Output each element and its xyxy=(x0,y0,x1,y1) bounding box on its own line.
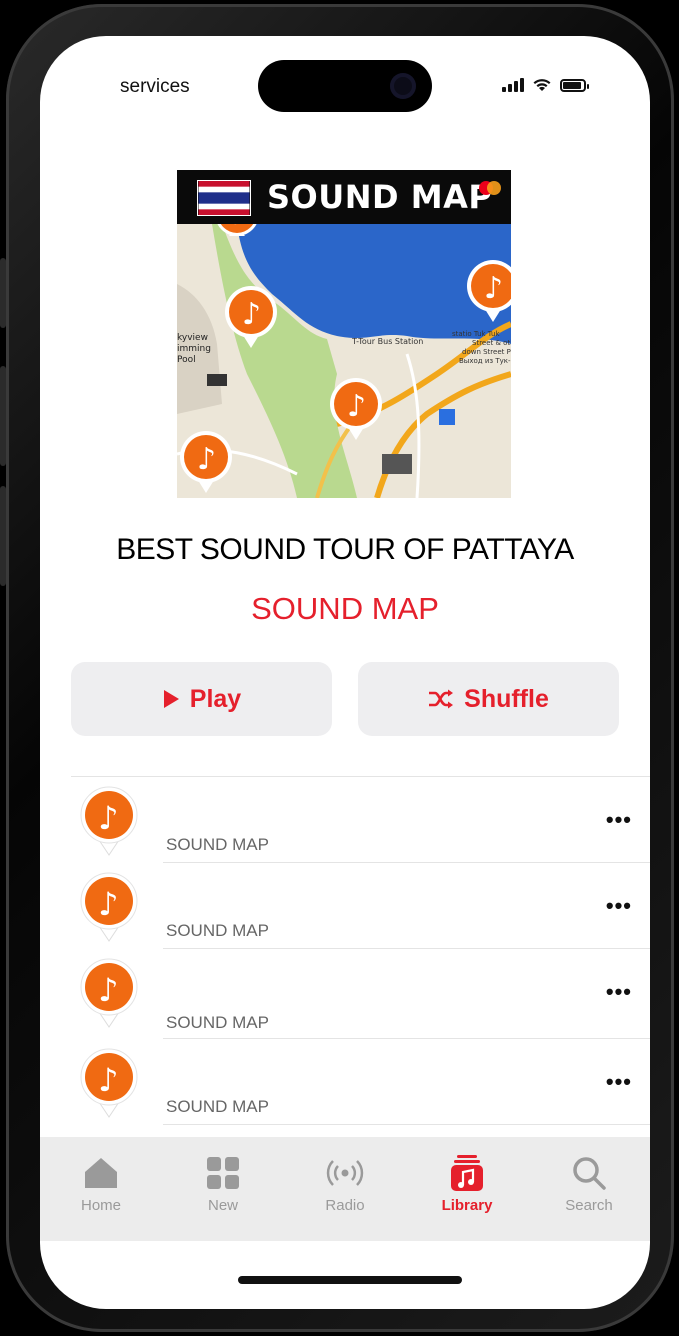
map-label-exit: Выход из Тук- xyxy=(459,357,511,365)
svg-text:♪: ♪ xyxy=(242,297,261,332)
play-label: Play xyxy=(189,684,242,713)
tab-bar: Home New Radio Library Search xyxy=(40,1137,650,1241)
artwork-header: SOUND MAP xyxy=(177,170,511,224)
album-artist-link[interactable]: SOUND MAP xyxy=(40,591,650,627)
shuffle-button[interactable]: Shuffle xyxy=(358,662,619,736)
track-row[interactable]: ♪ SOUND MAP ••• xyxy=(71,776,650,863)
carrier-label: services xyxy=(120,76,190,97)
track-row[interactable]: ♪ SOUND MAP ••• xyxy=(71,863,650,949)
track-artwork-icon: ♪ xyxy=(80,958,138,1028)
card-logo-icon xyxy=(479,181,501,195)
play-icon xyxy=(163,690,179,708)
svg-text:♪: ♪ xyxy=(484,271,503,306)
track-row[interactable]: ♪ SOUND MAP ••• xyxy=(71,1039,650,1125)
map-label-street-other: Street & oth xyxy=(472,339,511,347)
map-label-tuk-tuk: statio Tuk Tuk xyxy=(452,330,500,338)
track-artwork-icon: ♪ xyxy=(80,872,138,942)
more-options-button[interactable]: ••• xyxy=(606,893,632,919)
svg-text:♪: ♪ xyxy=(230,224,247,231)
tab-label: Library xyxy=(441,1197,493,1214)
tab-radio[interactable]: Radio xyxy=(290,1137,400,1241)
svg-text:♪: ♪ xyxy=(98,799,118,837)
side-button-action xyxy=(0,258,6,328)
album-artwork[interactable]: SOUND MAP T-Tour Bus Station statio Tuk … xyxy=(177,170,511,498)
track-artist: SOUND MAP xyxy=(166,921,269,940)
battery-icon xyxy=(560,78,589,92)
cellular-signal-icon xyxy=(502,78,524,92)
album-title: BEST SOUND TOUR OF PATTAYA xyxy=(116,533,574,566)
shuffle-icon xyxy=(429,689,454,709)
wifi-icon xyxy=(533,79,551,91)
svg-text:♪: ♪ xyxy=(98,1061,118,1099)
track-artist: SOUND MAP xyxy=(166,835,269,854)
artwork-title: SOUND MAP xyxy=(267,178,493,216)
tab-new[interactable]: New xyxy=(168,1137,278,1241)
magnifier-icon xyxy=(573,1157,606,1190)
dynamic-island xyxy=(258,60,432,112)
svg-text:♪: ♪ xyxy=(197,442,216,477)
tab-label: Search xyxy=(565,1197,613,1214)
map-image: T-Tour Bus Station statio Tuk Tuk Street… xyxy=(177,224,511,498)
grid-icon xyxy=(207,1157,239,1189)
more-options-button[interactable]: ••• xyxy=(606,807,632,833)
camera-icon xyxy=(390,73,416,99)
tab-label: Radio xyxy=(325,1197,365,1214)
status-icons xyxy=(502,78,589,92)
svg-text:♪: ♪ xyxy=(98,885,118,923)
side-button-volume-down xyxy=(0,486,6,586)
track-artist: SOUND MAP xyxy=(166,1097,269,1116)
more-options-button[interactable]: ••• xyxy=(606,979,632,1005)
row-divider xyxy=(163,1124,650,1125)
house-icon xyxy=(85,1158,117,1188)
tab-label: Home xyxy=(80,1197,121,1214)
svg-text:♪: ♪ xyxy=(347,389,366,424)
track-row[interactable]: ♪ SOUND MAP ••• xyxy=(71,949,650,1039)
tab-search[interactable]: Search xyxy=(534,1137,644,1241)
music-note-library-icon xyxy=(451,1155,483,1191)
tab-library[interactable]: Library xyxy=(412,1137,522,1241)
play-button[interactable]: Play xyxy=(71,662,332,736)
tab-label: New xyxy=(207,1197,238,1214)
map-label-skyview: kyview xyxy=(177,333,208,343)
side-button-volume-up xyxy=(0,366,6,466)
map-label-pool: Pool xyxy=(177,355,196,365)
radio-waves-icon xyxy=(326,1160,364,1186)
track-list: ♪ SOUND MAP ••• ♪ SOUND MAP ••• ♪ SOUND … xyxy=(71,776,650,1125)
svg-text:♪: ♪ xyxy=(98,971,118,1009)
track-artwork-icon: ♪ xyxy=(80,786,138,856)
thailand-flag-icon xyxy=(197,180,251,216)
phone-screen: services SOUND MAP T-Tour Bus Station st… xyxy=(40,36,650,1309)
map-label-bus-station: T-Tour Bus Station xyxy=(351,337,423,346)
track-artwork-icon: ♪ xyxy=(80,1048,138,1118)
status-bar: services xyxy=(40,36,650,136)
map-label-down-street: down Street P xyxy=(462,348,511,356)
shuffle-label: Shuffle xyxy=(464,684,549,713)
map-label-swimming: imming xyxy=(177,344,211,354)
home-indicator[interactable] xyxy=(238,1276,462,1284)
more-options-button[interactable]: ••• xyxy=(606,1069,632,1095)
tab-home[interactable]: Home xyxy=(46,1137,156,1241)
track-artist: SOUND MAP xyxy=(166,1013,269,1032)
